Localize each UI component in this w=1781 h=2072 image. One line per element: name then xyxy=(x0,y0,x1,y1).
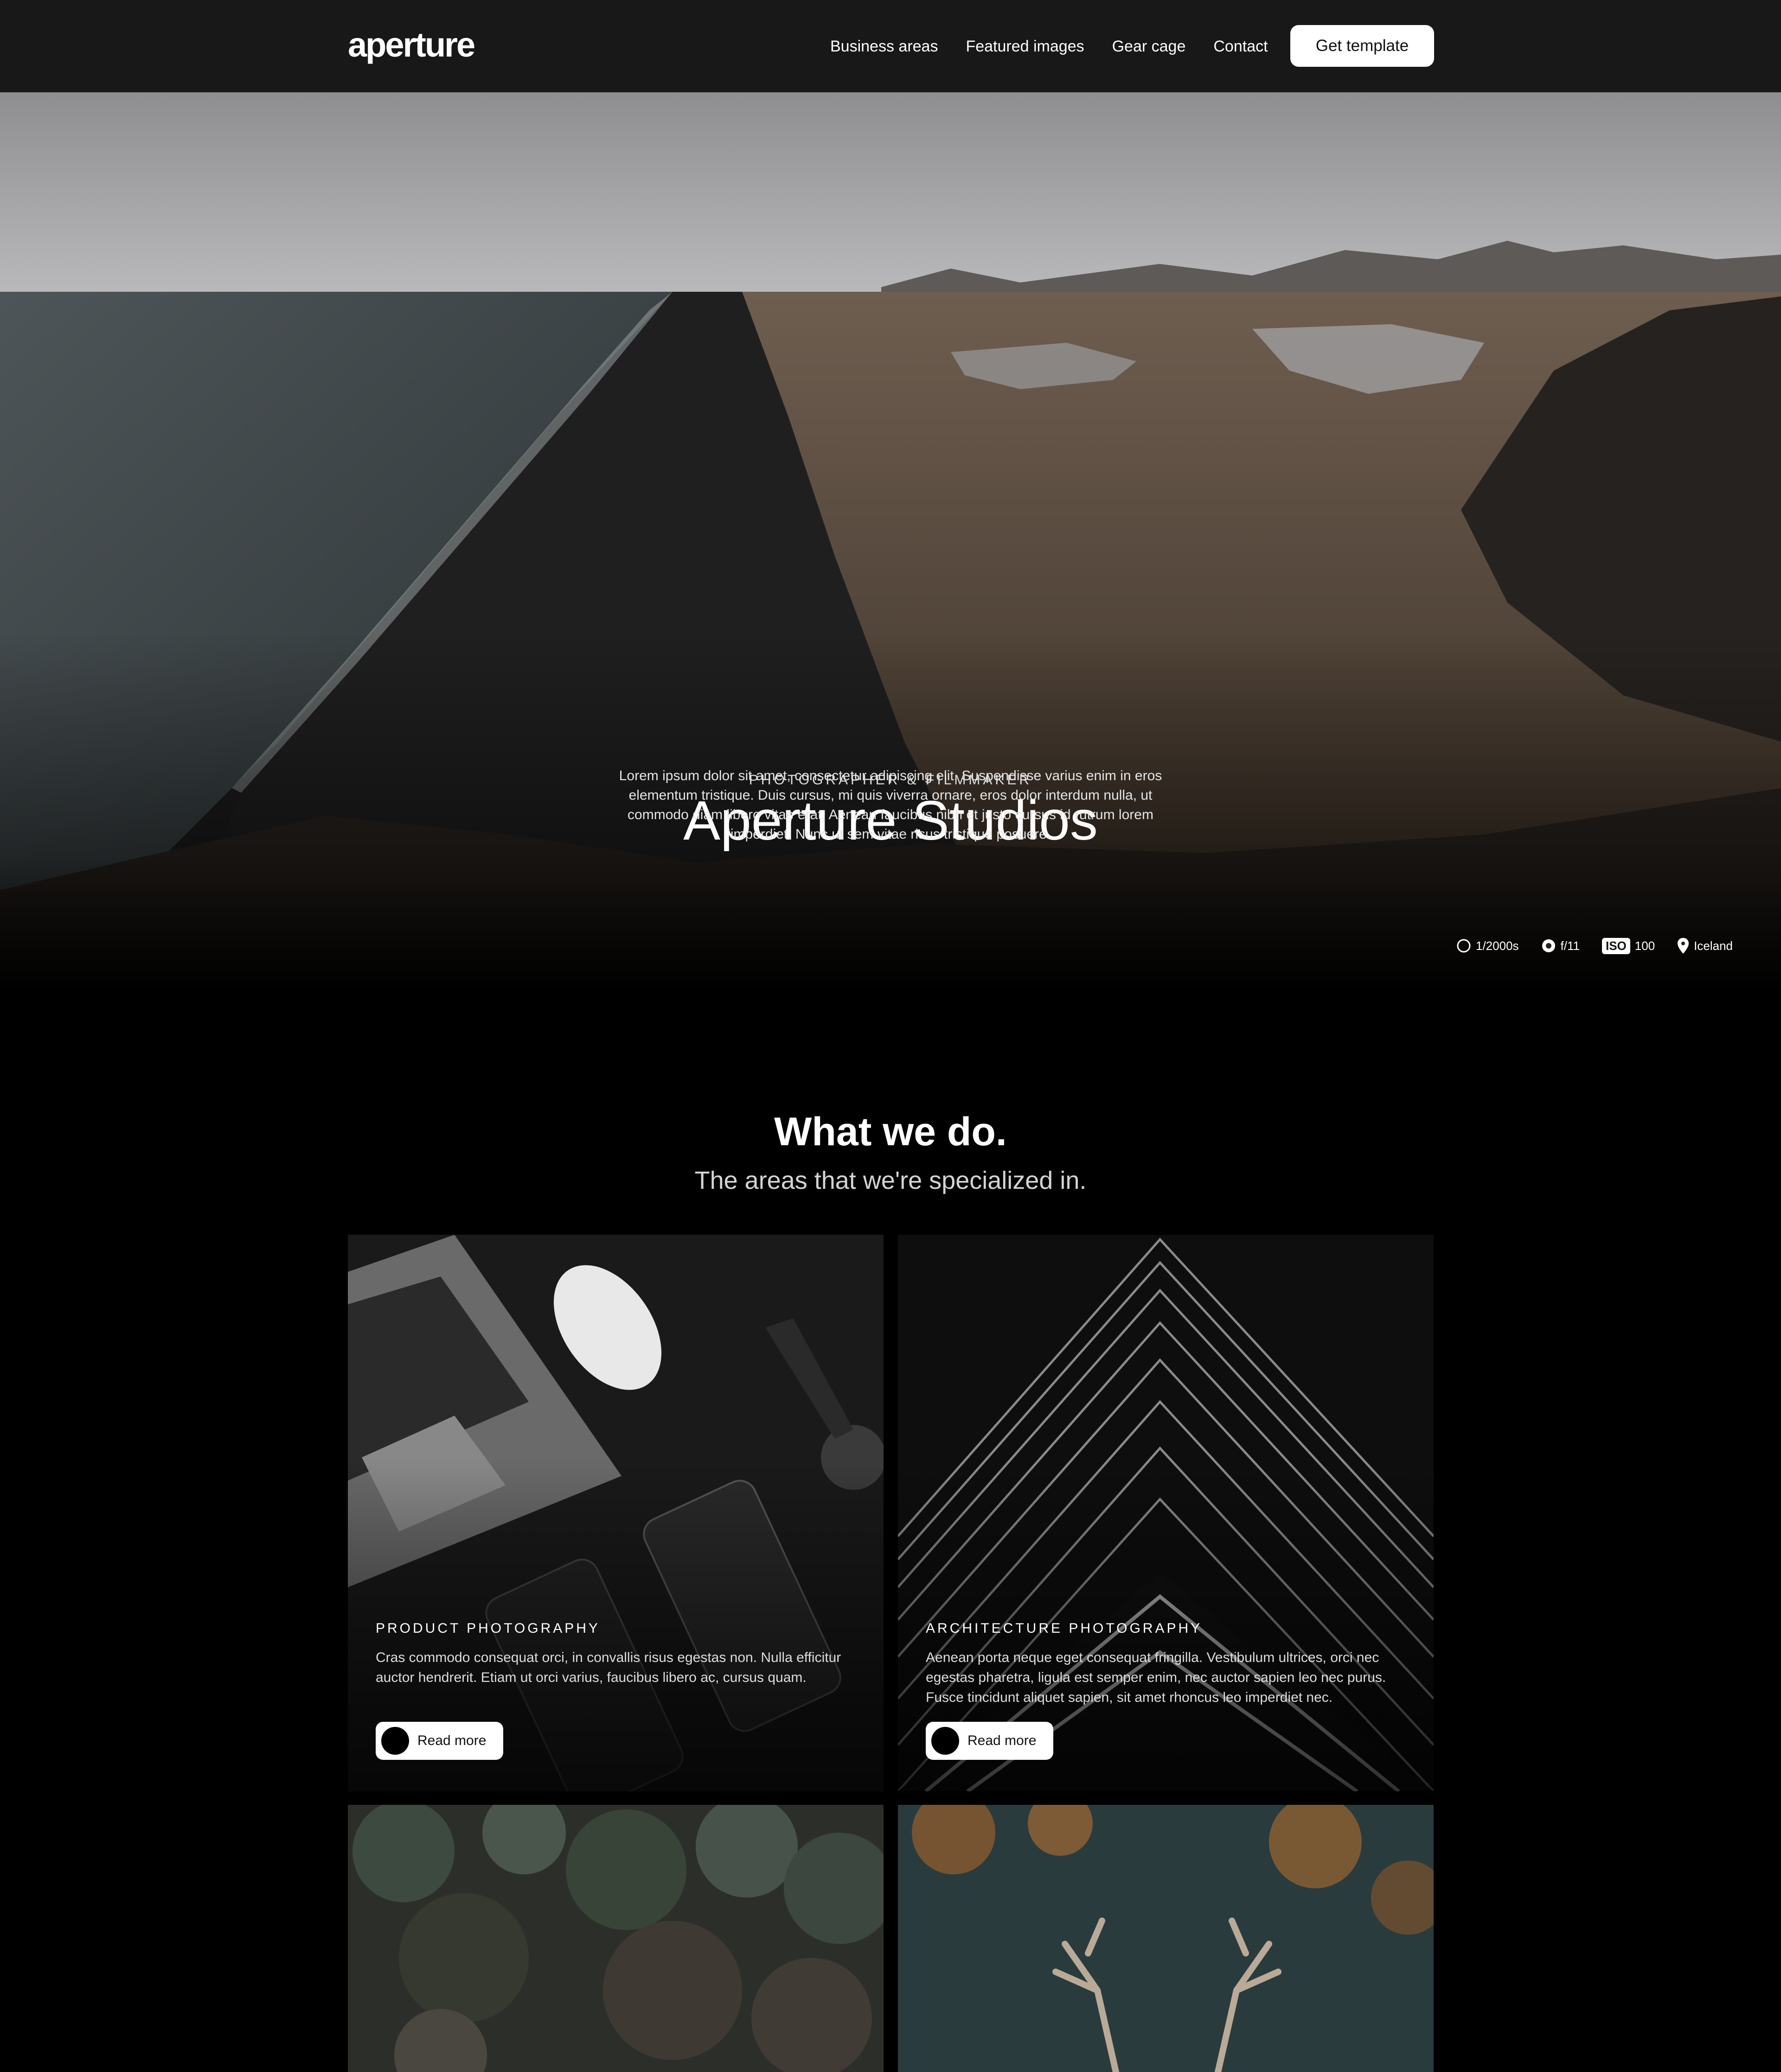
nav-link-gear-cage[interactable]: Gear cage xyxy=(1112,32,1186,60)
shutter-icon xyxy=(1457,939,1471,953)
card-label: PRODUCT PHOTOGRAPHY xyxy=(376,1621,600,1636)
forest-photography-card xyxy=(348,1805,884,2072)
read-more-button[interactable]: Read more xyxy=(926,1722,1053,1760)
iso-icon: ISO xyxy=(1602,937,1630,954)
exif-shutter-value: 1/2000s xyxy=(1476,938,1519,953)
section-title: What we do. xyxy=(774,1110,1007,1154)
exif-aperture-value: f/11 xyxy=(1560,938,1580,953)
button-dot-icon xyxy=(381,1727,409,1755)
location-pin-icon xyxy=(1678,938,1689,954)
nav-link-contact[interactable]: Contact xyxy=(1213,32,1268,60)
card-shade xyxy=(348,1235,884,1791)
hero-gradient-overlay xyxy=(0,92,1781,990)
nav-links: Business areas Featured images Gear cage… xyxy=(830,32,1296,60)
exif-shutter: 1/2000s xyxy=(1456,938,1519,953)
exif-iso: ISO 100 xyxy=(1602,937,1655,954)
exif-location: Iceland xyxy=(1677,937,1733,954)
top-navbar: aperture Business areas Featured images … xyxy=(0,0,1781,92)
read-more-label: Read more xyxy=(967,1733,1037,1748)
nav-link-featured-images[interactable]: Featured images xyxy=(966,32,1084,60)
card-text: Cras commodo consequat orci, in convalli… xyxy=(376,1650,841,1685)
exif-iso-value: 100 xyxy=(1634,938,1655,953)
forest-photo-image xyxy=(348,1805,884,2072)
card-shade xyxy=(898,1235,1434,1791)
read-more-label: Read more xyxy=(417,1733,487,1748)
logo[interactable]: aperture xyxy=(348,24,475,66)
get-template-button[interactable]: Get template xyxy=(1290,25,1434,67)
button-dot-icon xyxy=(931,1727,959,1755)
exif-info-bar: 1/2000s f/11 ISO 100 Iceland xyxy=(1456,934,1755,957)
exif-location-value: Iceland xyxy=(1694,938,1733,953)
section-subtitle: The areas that we're specialized in. xyxy=(694,1167,1087,1194)
nav-link-business-areas[interactable]: Business areas xyxy=(830,32,938,60)
hero-section: PHOTOGRAPHER & FILMMAKER Aperture Studio… xyxy=(0,92,1781,990)
wildlife-photo-image xyxy=(898,1805,1434,2072)
exif-aperture: f/11 xyxy=(1541,938,1580,953)
product-photography-card: PRODUCT PHOTOGRAPHY Cras commodo consequ… xyxy=(348,1235,884,1791)
card-label: ARCHITECTURE PHOTOGRAPHY xyxy=(926,1621,1203,1636)
aperture-icon xyxy=(1542,939,1555,952)
read-more-button[interactable]: Read more xyxy=(376,1722,503,1760)
architecture-photography-card: ARCHITECTURE PHOTOGRAPHY Aenean porta ne… xyxy=(898,1235,1434,1791)
hero-description: Lorem ipsum dolor sit amet, consectetur … xyxy=(619,768,1162,842)
card-text: Aenean porta neque eget consequat fringi… xyxy=(926,1650,1386,1705)
wildlife-photography-card xyxy=(898,1805,1434,2072)
